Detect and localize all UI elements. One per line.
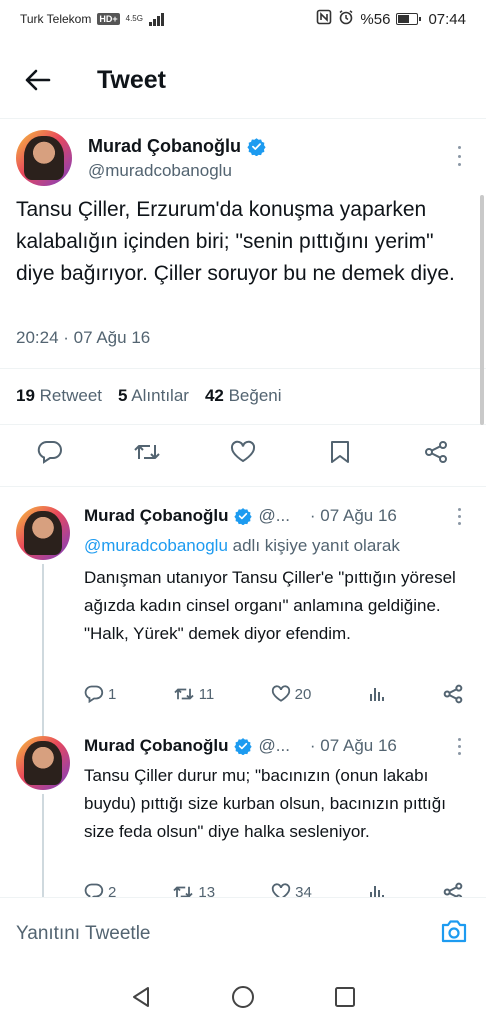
reply-actions: 1 11 20 bbox=[84, 684, 464, 704]
divider bbox=[0, 368, 486, 369]
camera-button[interactable] bbox=[440, 918, 468, 949]
share-icon bbox=[425, 441, 447, 463]
battery-fill bbox=[398, 15, 409, 23]
tweet-text: Tansu Çiller, Erzurum'da konuşma yaparke… bbox=[16, 198, 455, 285]
tweet-timestamp[interactable]: 20:24 · 07 Ağu 16 bbox=[16, 328, 150, 348]
more-options-icon[interactable] bbox=[456, 508, 462, 525]
system-nav-bar bbox=[0, 969, 486, 1024]
avatar[interactable] bbox=[16, 736, 70, 790]
reply-button[interactable]: 1 bbox=[84, 685, 116, 703]
retweet-button[interactable] bbox=[133, 438, 161, 466]
replying-to-suffix: adlı kişiye yanıt olarak bbox=[232, 536, 400, 555]
reply-button[interactable] bbox=[36, 438, 64, 466]
scrollbar[interactable] bbox=[480, 195, 484, 425]
quote-count-link[interactable]: 5 Alıntılar bbox=[118, 386, 189, 406]
like-button[interactable] bbox=[229, 438, 257, 466]
divider bbox=[0, 118, 486, 119]
more-options-icon[interactable] bbox=[456, 146, 462, 166]
more-options-icon[interactable] bbox=[456, 738, 462, 755]
reply-time[interactable]: · 07 Ağu 16 bbox=[310, 506, 397, 526]
tweet-stats: 19 Retweet 5 Alıntılar 42 Beğeni bbox=[16, 386, 282, 406]
author-handle[interactable]: @... bbox=[258, 506, 289, 526]
mention-link[interactable]: @muradcobanoglu bbox=[84, 536, 228, 555]
reply-input[interactable] bbox=[16, 922, 396, 945]
camera-icon bbox=[441, 920, 467, 943]
verified-badge-icon bbox=[234, 508, 253, 525]
page-title: Tweet bbox=[97, 65, 166, 94]
thread-line bbox=[42, 564, 44, 744]
like-count-link[interactable]: 42 Beğeni bbox=[205, 386, 282, 406]
retweet-count-link[interactable]: 19 Retweet bbox=[16, 386, 102, 406]
share-button[interactable] bbox=[422, 438, 450, 466]
status-bar: Turk Telekom HD+ 4.5G %56 07:44 bbox=[0, 0, 486, 38]
carrier-name: Turk Telekom bbox=[20, 12, 92, 26]
author-name[interactable]: Murad Çobanoğlu bbox=[88, 136, 241, 157]
nav-home-button[interactable] bbox=[228, 982, 258, 1012]
reply-time[interactable]: · 07 Ağu 16 bbox=[310, 736, 397, 756]
square-recents-icon bbox=[335, 986, 355, 1007]
tweet-actions bbox=[0, 438, 486, 466]
retweet-button[interactable]: 11 bbox=[173, 685, 215, 703]
nfc-icon bbox=[316, 9, 332, 29]
triangle-back-icon bbox=[133, 986, 149, 1007]
reply-compose-bar bbox=[0, 897, 486, 969]
signal-icon bbox=[148, 12, 164, 26]
battery-icon bbox=[396, 13, 422, 25]
author-handle[interactable]: @muradcobanoglu bbox=[88, 161, 266, 181]
analytics-icon bbox=[369, 688, 384, 701]
reply-icon bbox=[37, 440, 62, 464]
network-type: 4.5G bbox=[125, 14, 143, 23]
author-name[interactable]: Murad Çobanoğlu bbox=[84, 736, 228, 756]
heart-icon bbox=[230, 440, 256, 463]
bookmark-button[interactable] bbox=[326, 438, 354, 466]
reply-tweet[interactable]: Murad Çobanoğlu @... · 07 Ağu 16 Tansu Ç… bbox=[0, 736, 486, 904]
alarm-icon bbox=[338, 9, 354, 29]
reply-count: 1 bbox=[108, 685, 117, 703]
analytics-button[interactable] bbox=[368, 685, 386, 703]
like-button[interactable]: 20 bbox=[271, 685, 312, 703]
clock: 07:44 bbox=[428, 10, 466, 28]
retweet-icon bbox=[133, 445, 160, 459]
retweet-icon bbox=[174, 688, 194, 700]
replying-to: @muradcobanoglu adlı kişiye yanıt olarak bbox=[84, 536, 400, 556]
reply-text: Danışman utanıyor Tansu Çiller'e "pıttığ… bbox=[84, 568, 456, 643]
author-handle[interactable]: @... bbox=[258, 736, 289, 756]
bookmark-icon bbox=[330, 441, 349, 463]
verified-badge-icon bbox=[234, 738, 253, 755]
heart-icon bbox=[271, 685, 290, 702]
divider bbox=[0, 424, 486, 425]
back-button[interactable] bbox=[22, 65, 52, 95]
circle-home-icon bbox=[232, 985, 254, 1008]
avatar[interactable] bbox=[16, 130, 72, 186]
verified-badge-icon bbox=[247, 137, 266, 156]
reply-icon bbox=[84, 685, 104, 703]
share-button[interactable] bbox=[442, 684, 464, 704]
battery-percent: %56 bbox=[360, 10, 391, 28]
nav-back-button[interactable] bbox=[126, 982, 156, 1012]
reply-text: Tansu Çiller durur mu; "bacınızın (onun … bbox=[84, 766, 446, 841]
retweet-count: 11 bbox=[198, 685, 215, 703]
divider bbox=[0, 486, 486, 487]
thread-line bbox=[42, 794, 44, 904]
nav-recents-button[interactable] bbox=[330, 982, 360, 1012]
like-count: 20 bbox=[294, 685, 312, 703]
top-app-bar: Tweet bbox=[0, 44, 486, 116]
author-name[interactable]: Murad Çobanoğlu bbox=[84, 506, 228, 526]
avatar[interactable] bbox=[16, 506, 70, 560]
hd-badge: HD+ bbox=[97, 13, 120, 25]
reply-tweet[interactable]: Murad Çobanoğlu @... · 07 Ağu 16 @muradc… bbox=[0, 506, 486, 744]
arrow-left-icon bbox=[25, 69, 51, 91]
share-icon bbox=[443, 684, 463, 704]
